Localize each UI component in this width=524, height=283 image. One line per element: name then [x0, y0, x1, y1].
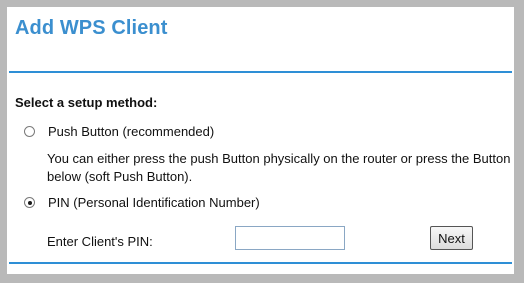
push-button-option-label: Push Button (recommended) [48, 124, 215, 139]
title-divider [9, 71, 512, 73]
push-button-radio[interactable] [24, 126, 35, 137]
pin-option[interactable]: PIN (Personal Identification Number) [24, 195, 260, 210]
push-button-option[interactable]: Push Button (recommended) [24, 124, 214, 139]
next-button[interactable]: Next [430, 226, 473, 250]
client-pin-input[interactable] [235, 226, 345, 250]
pin-radio[interactable] [24, 197, 35, 208]
setup-method-label: Select a setup method: [15, 95, 158, 110]
bottom-divider [9, 262, 512, 264]
client-pin-label: Enter Client's PIN: [47, 234, 153, 249]
page-title: Add WPS Client [15, 17, 168, 39]
wps-panel: Add WPS Client Select a setup method: Pu… [0, 0, 524, 283]
push-button-help-text: You can either press the push Button phy… [47, 151, 511, 184]
pin-option-label: PIN (Personal Identification Number) [48, 195, 260, 210]
